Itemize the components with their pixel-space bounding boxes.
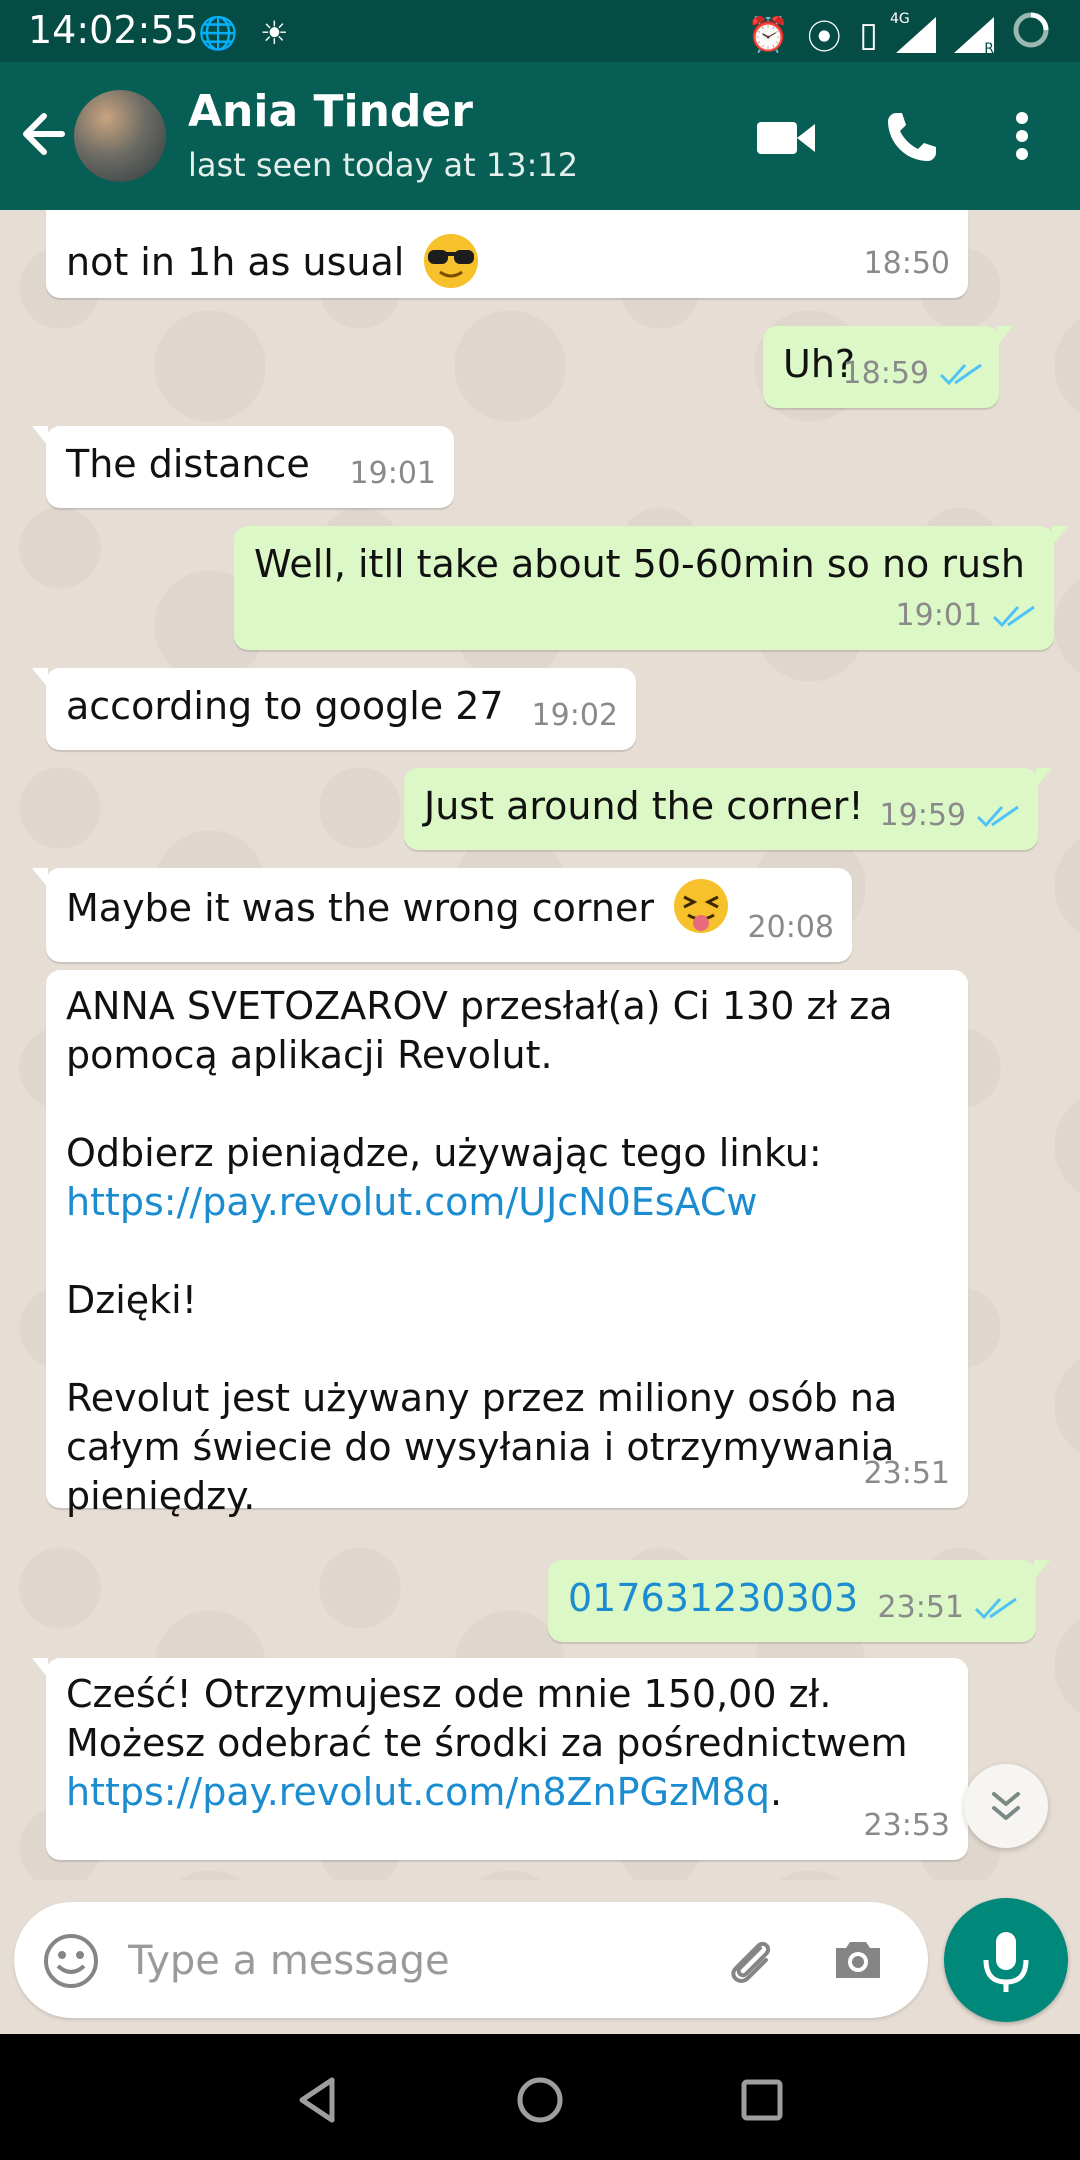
status-time: 14:02:55 [28,8,199,52]
message-text-line: Revolut jest używany przez miliony osób … [66,1376,898,1420]
status-left-icons: 🌐 ☀ [198,14,289,52]
globe-icon: 🌐 [198,14,238,52]
hotspot-icon: ⦿ [807,18,842,58]
roaming-label: R [984,40,994,57]
message-text-line: pieniędzy. [66,1474,256,1518]
status-bar: 14:02:55 🌐 ☀ ⏰ ⦿ ▯ 4G R [0,0,1080,62]
tongue-wink-emoji-icon [674,878,729,933]
back-triangle-icon[interactable] [292,2072,348,2128]
recents-square-icon[interactable] [734,2072,790,2128]
battery-icon [1012,11,1050,58]
message-text-line: Możesz odebrać te środki za pośrednictwe… [66,1721,908,1765]
read-double-check-icon [974,1597,1017,1619]
network-type-label: 4G [890,10,910,27]
signal-icon: 4G [890,11,936,53]
brightness-icon: ☀ [260,14,289,52]
paperclip-icon[interactable] [720,1930,780,1990]
message-time: 23:51 [877,1590,964,1625]
revolut-payment-link[interactable]: https://pay.revolut.com/n8ZnPGzM8q [66,1770,770,1814]
message-time: 19:59 [879,798,966,833]
more-vert-icon[interactable] [1000,108,1044,164]
signal-roaming-icon: R [954,16,994,57]
status-right-icons: ⏰ ⦿ ▯ 4G R [747,10,1050,59]
home-circle-icon[interactable] [512,2072,568,2128]
chat-header: Ania Tinder last seen today at 13:12 [0,62,1080,210]
last-seen-status[interactable]: last seen today at 13:12 [188,146,578,184]
sunglasses-emoji-icon [424,233,479,288]
read-double-check-icon [939,363,982,385]
message-incoming[interactable]: not in 1h as usual 18:50 [46,210,968,298]
message-text-line: Dzięki! [66,1278,197,1322]
message-time: 23:51 [863,1456,950,1491]
contact-avatar[interactable] [74,90,166,182]
message-time: 18:50 [863,246,950,281]
message-outgoing[interactable]: Just around the corner! 19:59 [404,768,1052,850]
message-compose-bar [14,1902,928,2018]
message-time: 19:01 [349,456,436,491]
message-text: Maybe it was the wrong corner [66,886,654,930]
microphone-icon [983,1932,1029,1992]
message-text: Just around the corner! [424,784,864,828]
scroll-to-bottom-button[interactable] [964,1764,1048,1848]
message-text-line: pomocą aplikacji Revolut. [66,1033,553,1077]
message-incoming[interactable]: Maybe it was the wrong corner 20:08 [32,868,852,962]
message-incoming[interactable]: The distance 19:01 [32,426,454,508]
phone-icon[interactable] [884,109,940,165]
message-text-line: Odbierz pieniądze, używając tego linku: [66,1131,822,1175]
message-incoming[interactable]: according to google 27 19:02 [32,668,636,750]
emoji-icon[interactable] [42,1932,100,1990]
message-input[interactable] [126,1932,700,1990]
message-text: according to google 27 [66,684,504,728]
video-call-icon[interactable] [757,118,815,158]
message-time: 19:02 [531,698,618,733]
message-outgoing[interactable]: Well, itll take about 50-60min so no rus… [234,526,1068,650]
read-double-check-icon [992,605,1035,627]
message-text-line: Cześć! Otrzymujesz ode mnie 150,00 zł. [66,1672,832,1716]
double-chevron-down-icon [992,1792,1020,1820]
message-incoming[interactable]: ANNA SVETOZAROV przesłał(a) Ci 130 zł za… [46,970,968,1518]
chat-area[interactable]: not in 1h as usual 18:50 Uh? 18:59 The d… [0,210,1080,1880]
message-outgoing[interactable]: Uh? 18:59 [763,326,1013,408]
message-text-suffix: . [770,1770,783,1814]
message-text-line: całym świecie do wysyłania i otrzymywani… [66,1425,895,1469]
back-arrow-icon[interactable] [18,106,68,162]
camera-icon[interactable] [830,1932,886,1988]
alarm-icon: ⏰ [746,14,790,55]
message-text-line: ANNA SVETOZAROV przesłał(a) Ci 130 zł za [66,984,893,1028]
contact-name[interactable]: Ania Tinder [188,86,473,137]
message-time: 19:01 [895,598,982,633]
phone-number-link[interactable]: 017631230303 [568,1574,858,1623]
read-double-check-icon [976,805,1019,827]
message-text: Well, itll take about 50-60min so no rus… [254,542,1025,586]
message-time: 18:59 [842,356,929,391]
vibrate-icon: ▯ [859,14,878,55]
message-text: The distance [66,442,310,486]
message-incoming[interactable]: Cześć! Otrzymujesz ode mnie 150,00 zł. M… [32,1658,968,1860]
revolut-payment-link[interactable]: https://pay.revolut.com/UJcN0EsACw [66,1178,897,1227]
message-outgoing[interactable]: 017631230303 23:51 [548,1560,1050,1642]
voice-message-button[interactable] [944,1898,1068,2022]
message-text: not in 1h as usual [66,240,405,284]
system-navigation-bar [0,2034,1080,2160]
message-time: 20:08 [747,910,834,945]
message-time: 23:53 [863,1808,950,1843]
